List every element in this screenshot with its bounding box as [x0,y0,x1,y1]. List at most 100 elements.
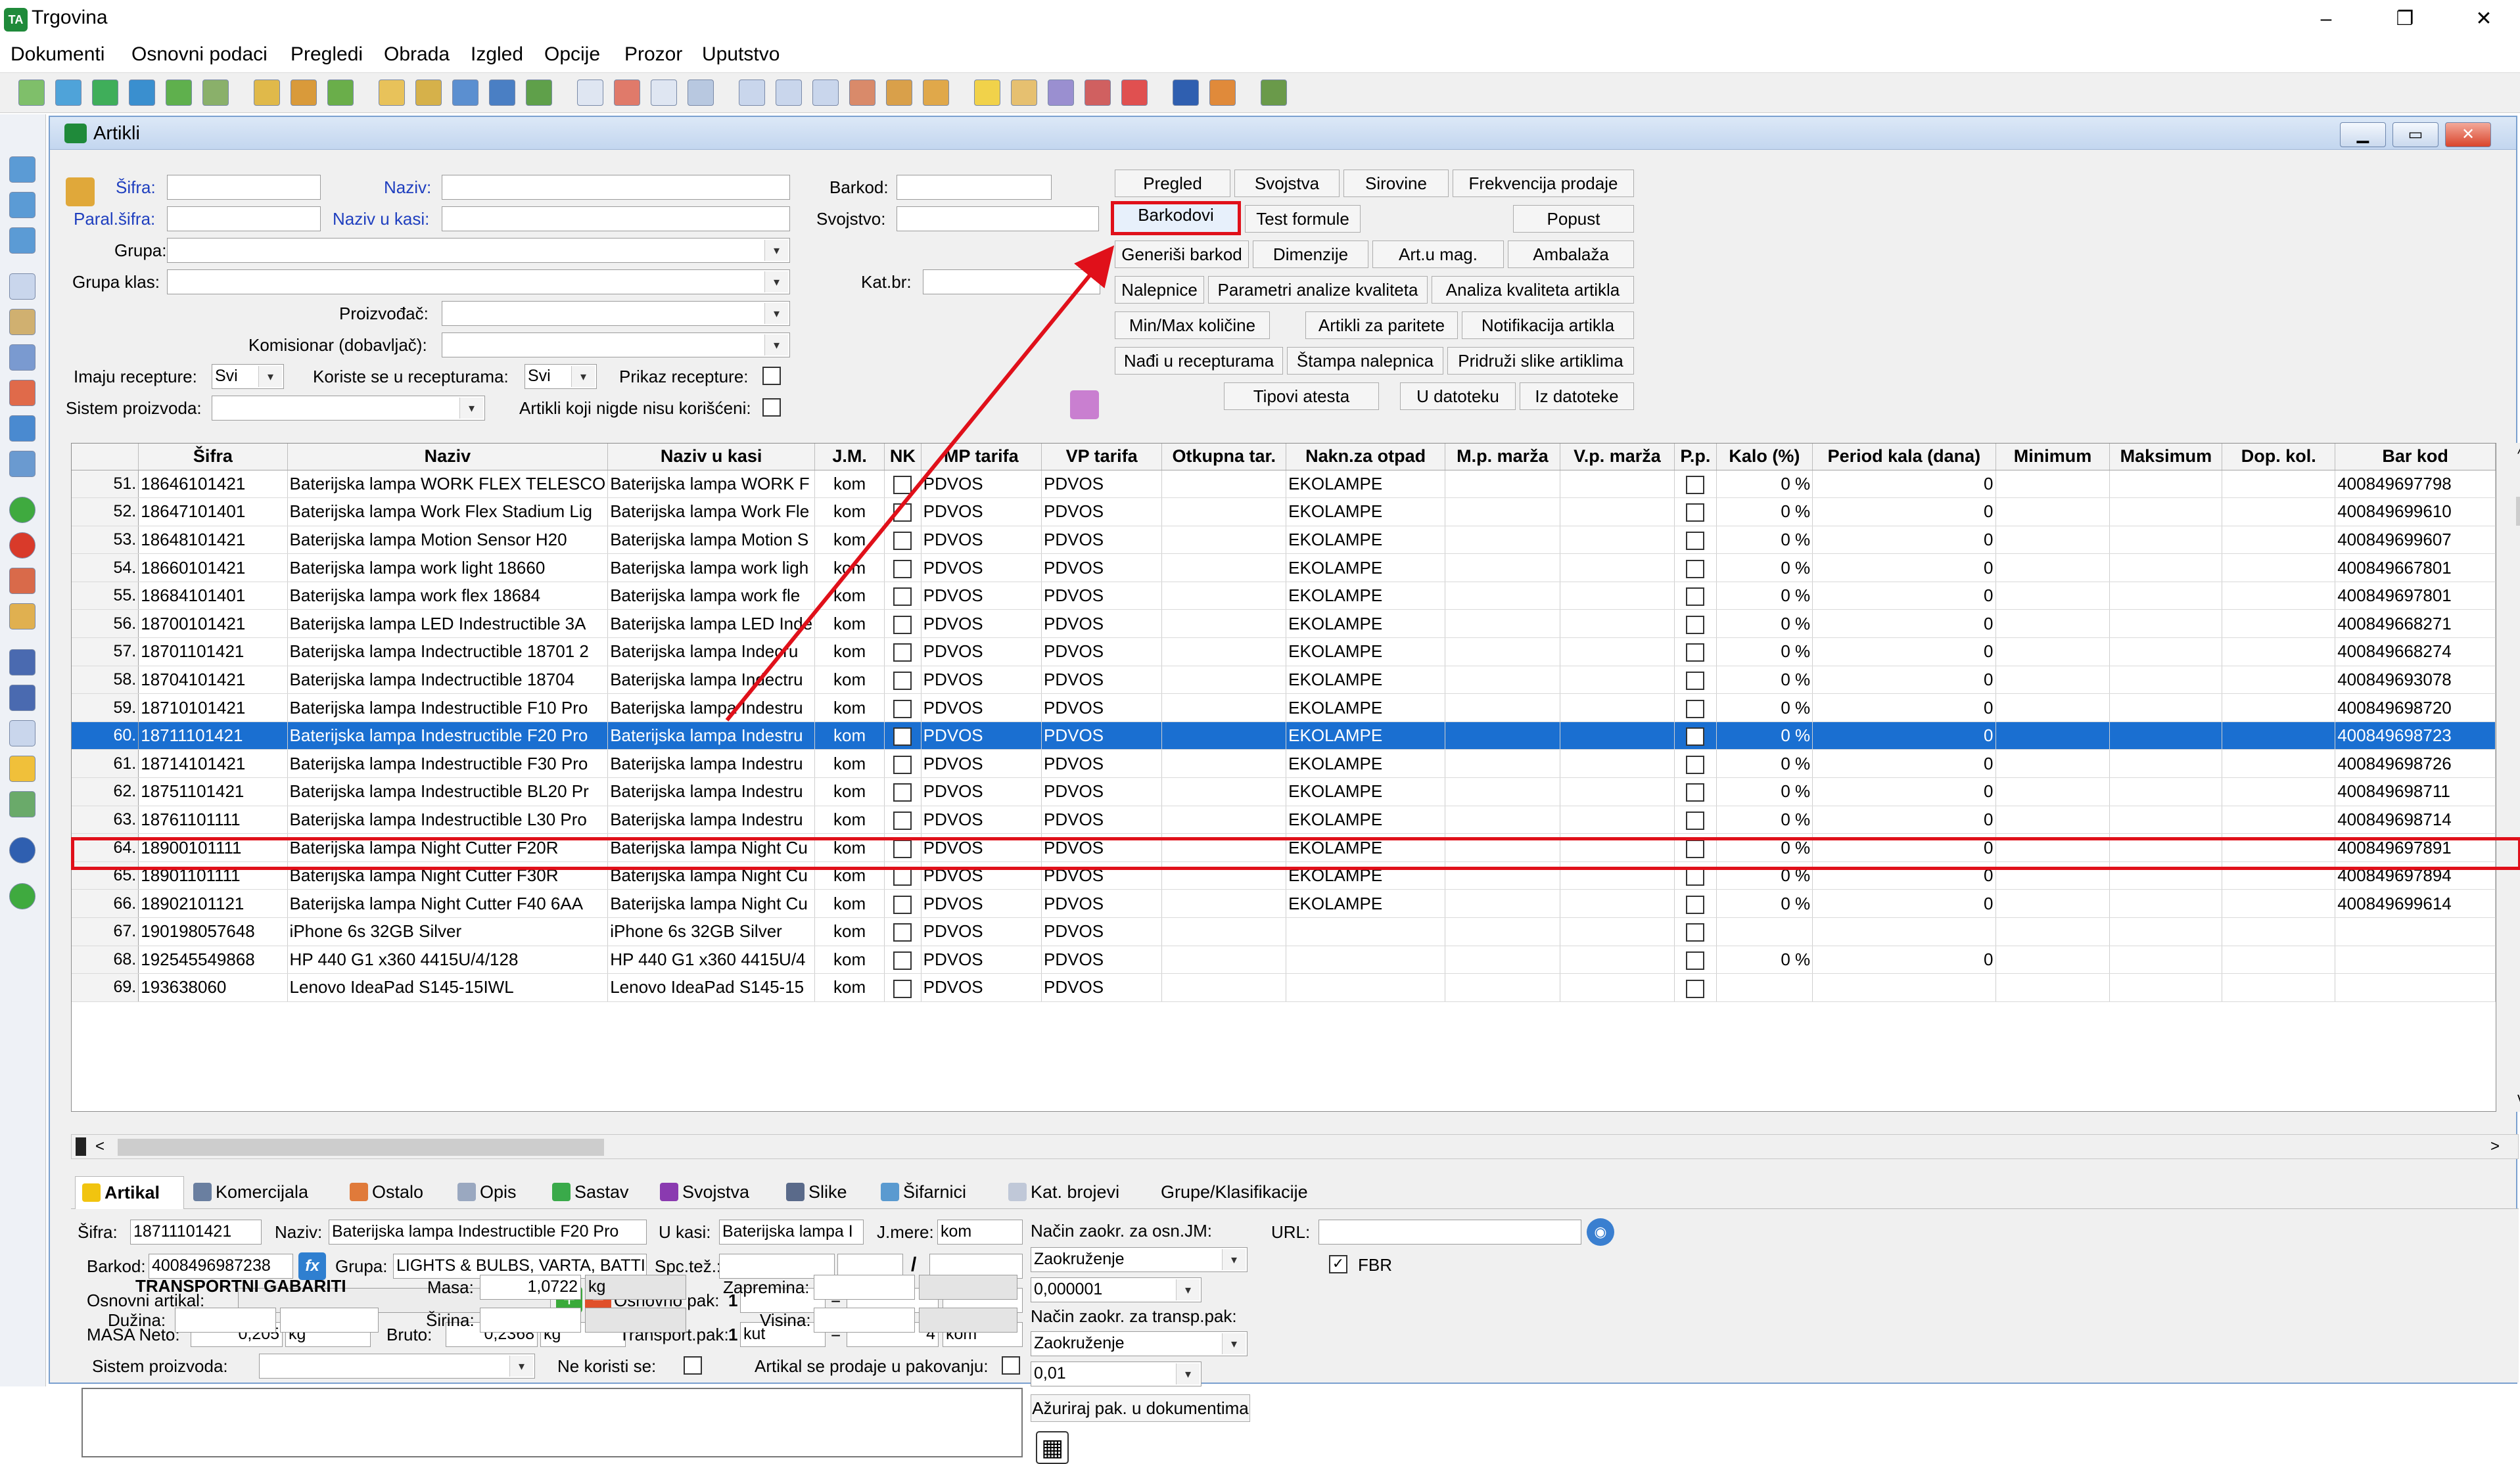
sidebar-undo-icon[interactable] [9,568,35,594]
row-checkbox[interactable] [893,811,912,830]
toolbar-columns-icon[interactable] [739,80,765,106]
user-search-icon[interactable] [66,177,95,206]
table-row[interactable]: 53. 18648101421 Baterijska lampa Motion Se… [72,526,2496,555]
row-checkbox[interactable] [1686,532,1705,551]
azuriraj-button[interactable]: Ažuriraj pak. u dokumentima [1031,1394,1250,1422]
analiza-button[interactable]: Analiza kvaliteta artikla [1432,276,1634,304]
sidebar-tools-icon[interactable] [9,309,35,335]
grupa-klas-select[interactable]: ▾ [167,269,790,294]
column-header[interactable]: VP tarifa [1041,444,1163,470]
row-checkbox[interactable] [1686,895,1705,914]
toolbar-list-icon[interactable] [202,80,229,106]
row-checkbox[interactable] [893,587,912,606]
sidebar-add-icon[interactable] [9,497,35,523]
column-header[interactable]: V.p. marža [1560,444,1675,470]
sidebar-save3-icon[interactable] [9,227,35,254]
column-header[interactable]: Bar kod [2335,444,2496,470]
child-minimize-button[interactable]: ▁ [2340,122,2386,147]
sidebar-help-icon[interactable] [9,837,35,863]
zaokr-osn-select[interactable]: Zaokruženje ▾ [1031,1247,1248,1272]
column-header[interactable]: P.p. [1674,444,1717,470]
toolbar-exit-icon[interactable] [1261,80,1287,106]
barkodovi-button[interactable]: Barkodovi [1111,201,1241,235]
sidebar-link-icon[interactable] [9,344,35,371]
table-row[interactable]: 58. 18704101421 Baterijska lampa Indectruc… [72,666,2496,695]
toolbar-gear-icon[interactable] [1048,80,1074,106]
tab-svojstva[interactable]: Svojstva [653,1176,776,1209]
scroll-up-icon[interactable]: ^ [2517,446,2520,463]
row-checkbox[interactable] [893,503,912,522]
sistem-proizvoda-select[interactable]: ▾ [212,396,485,421]
row-checkbox[interactable] [1686,755,1705,774]
toolbar-refresh-icon[interactable] [92,80,118,106]
row-checkbox[interactable] [893,895,912,914]
naziv-kasa-input[interactable] [442,206,790,231]
toolbar-write-icon[interactable] [415,80,442,106]
toolbar-tile-icon[interactable] [849,80,875,106]
row-checkbox[interactable] [893,783,912,802]
globe-icon[interactable]: ◉ [1587,1218,1614,1246]
toolbar-web-icon[interactable] [1209,80,1236,106]
menu-pregledi[interactable]: Pregledi [291,43,363,66]
menu-uputstvo[interactable]: Uputstvo [702,43,780,66]
table-row[interactable]: 56. 18700101421 Baterijska lampa LED Indes… [72,609,2496,639]
tab-sifarnici[interactable]: Šifarnici [874,1176,999,1209]
table-row[interactable]: 61. 18714101421 Baterijska lampa Indestruc… [72,749,2496,779]
gabariti-masa-input[interactable]: 1,0722 [480,1275,581,1300]
tab-komercijala[interactable]: Komercijala [187,1176,342,1209]
sidebar-save-icon[interactable] [9,156,35,183]
scroll-h-thumb[interactable] [118,1139,604,1156]
naziv-filter-input[interactable] [442,175,790,200]
zaokr-osn-value-select[interactable]: 0,000001 ▾ [1031,1277,1202,1302]
duzina-unit[interactable] [280,1308,379,1333]
column-header[interactable]: Period kala (dana) [1812,444,1996,470]
row-checkbox[interactable] [893,475,912,494]
toolbar-copy-icon[interactable] [577,80,603,106]
imaju-recepture-select[interactable]: Svi ▾ [212,364,284,389]
dimenzije-button[interactable]: Dimenzije [1253,240,1368,268]
row-checkbox[interactable] [893,699,912,718]
url-input[interactable] [1318,1220,1581,1245]
gabariti-masa-unit[interactable]: kg [585,1275,686,1300]
sirina-input[interactable] [480,1308,581,1333]
tab-opis[interactable]: Opis [451,1176,543,1209]
generisi-barkod-button[interactable]: Generiši barkod [1115,240,1249,268]
toolbar-open-icon[interactable] [254,80,280,106]
toolbar-clock-icon[interactable] [614,80,640,106]
menu-prozor[interactable]: Prozor [624,43,682,66]
row-checkbox[interactable] [1686,727,1705,746]
toolbar-doc-icon[interactable] [18,80,45,106]
row-checkbox[interactable] [1686,587,1705,606]
katbr-input[interactable] [923,269,1100,294]
table-row[interactable]: 51. 18646101421 Baterijska lampa WORK FLEX… [72,470,2496,499]
row-checkbox[interactable] [893,867,912,886]
ne-koristi-checkbox[interactable] [684,1356,702,1375]
tab-sastav[interactable]: Sastav [546,1176,651,1209]
toolbar-tag-icon[interactable] [1011,80,1037,106]
sifra-filter-input[interactable] [167,175,321,200]
sidebar-box2-icon[interactable] [9,415,35,442]
scroll-right-icon[interactable]: > [2490,1137,2500,1156]
menu-opcije[interactable]: Opcije [544,43,600,66]
grid-vertical-scrollbar[interactable]: ^ v [2513,443,2520,1112]
column-header[interactable]: Maksimum [2109,444,2223,470]
row-checkbox[interactable] [1686,615,1705,634]
column-header[interactable]: Minimum [1995,444,2111,470]
artikli-grid[interactable]: Šifra Naziv Naziv u kasi J.M. NK MP tarifa VP … [71,443,2496,1112]
row-checkbox[interactable] [893,755,912,774]
settings-icon[interactable] [1070,390,1099,419]
toolbar-forward-icon[interactable] [166,80,192,106]
toolbar-edit-icon[interactable] [379,80,405,106]
notifikacija-button[interactable]: Notifikacija artikla [1462,311,1634,339]
table-row[interactable]: 67. 190198057648 iPhone 6s 32GB Silver iPho… [72,917,2496,946]
table-row[interactable]: 59. 18710101421 Baterijska lampa Indestruc… [72,693,2496,722]
sirina-unit[interactable] [585,1308,686,1333]
row-checkbox[interactable] [1686,503,1705,522]
table-row[interactable]: 68. 192545549868 HP 440 G1 x360 4415U/4/12… [72,946,2496,974]
column-header[interactable] [72,444,139,470]
prikaz-recepture-checkbox[interactable] [762,367,781,385]
ambalaza-button[interactable]: Ambalaža [1508,240,1634,268]
toolbar-help-icon[interactable] [1173,80,1199,106]
toolbar-print-icon[interactable] [886,80,912,106]
toolbar-import-icon[interactable] [55,80,82,106]
